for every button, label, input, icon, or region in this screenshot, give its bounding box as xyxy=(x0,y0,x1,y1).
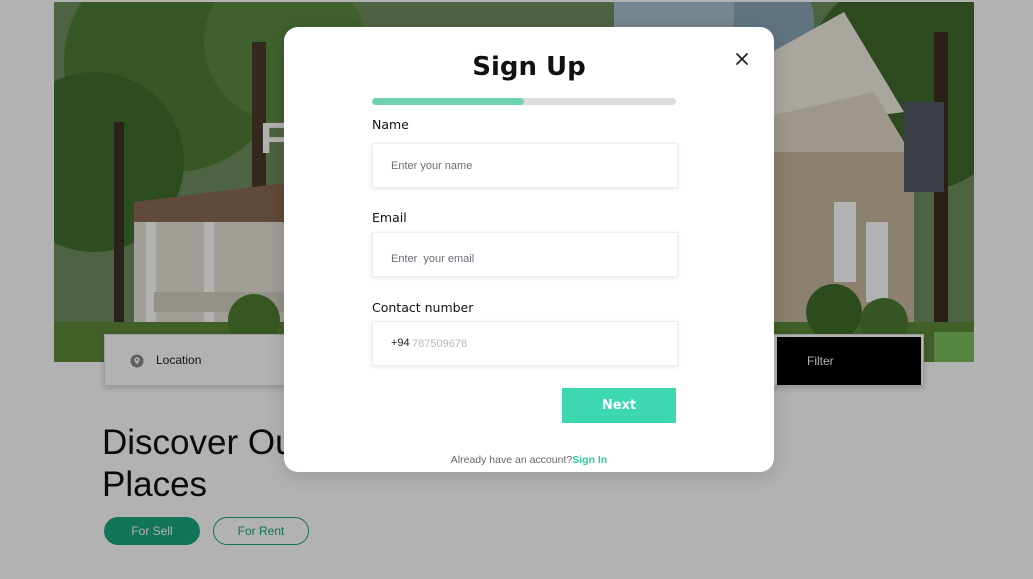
contact-number-label: Contact number xyxy=(372,300,474,315)
contact-number-input[interactable] xyxy=(410,322,677,365)
progress-bar-fill xyxy=(372,98,524,105)
signin-prompt-text: Already have an account? xyxy=(450,454,573,466)
signup-modal: Sign Up Name Email Contact number +94 Ne… xyxy=(284,27,774,472)
email-field-container xyxy=(372,232,678,277)
email-label: Email xyxy=(372,210,407,225)
contact-field-container: +94 xyxy=(372,321,678,366)
email-input[interactable] xyxy=(373,233,677,276)
progress-bar xyxy=(372,98,676,105)
next-button[interactable]: Next xyxy=(562,388,676,423)
country-code-prefix: +94 xyxy=(391,337,410,349)
signin-prompt: Already have an account?Sign In xyxy=(284,454,774,466)
modal-title: Sign Up xyxy=(472,52,586,82)
name-field-container xyxy=(372,143,678,188)
name-label: Name xyxy=(372,117,409,132)
signin-link[interactable]: Sign In xyxy=(572,454,607,466)
phone-input-wrapper xyxy=(410,322,677,365)
name-input[interactable] xyxy=(373,144,677,187)
